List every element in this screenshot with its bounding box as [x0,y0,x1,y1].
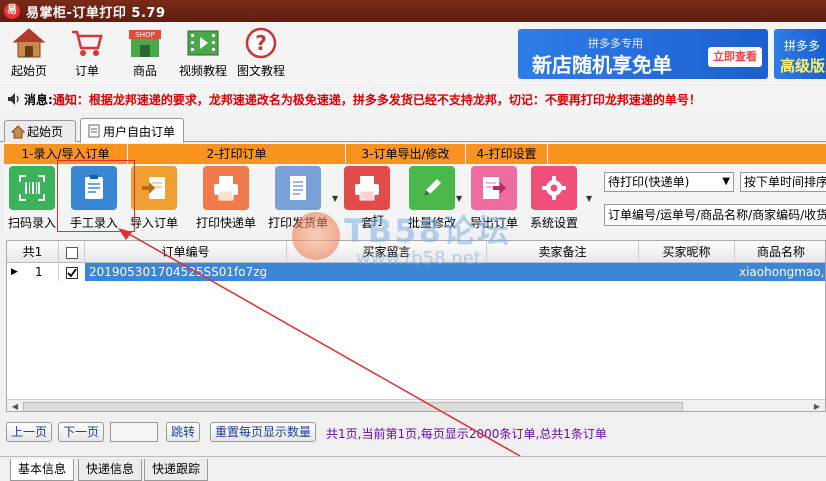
export-icon [483,177,506,199]
orders-button[interactable]: 订单 [58,22,116,82]
action-toolbar: 扫码录入 手工录入 导入订单 打印快递单 打印发货单 ▼ 套 打 批量修改 ▼ … [4,164,826,232]
section-header: 1-录入/导入订单 2-打印订单 3-订单导出/修改 4-打印设置 [4,144,826,164]
buyer-nick-cell [639,263,735,281]
section-print-settings: 4-打印设置 [466,144,548,164]
page-info: 共1页,当前第1页,每页显示2000条订单,总共1条订单 [326,427,607,441]
section-import: 1-录入/导入订单 [4,144,128,164]
col-seller-note[interactable]: 卖家备注 [487,241,639,263]
batch-edit-dropdown[interactable]: ▼ [456,194,464,203]
tab-user-orders[interactable]: 用户自由订单 [80,118,184,143]
tab-start-page[interactable]: 起始页 [4,120,76,142]
product-name-cell: xiaohongmao, [739,265,825,279]
scroll-right-icon[interactable]: ▶ [811,401,823,411]
svg-text:?: ? [255,31,267,55]
order-no-cell: 201905301704525SS01fo7zg [89,265,268,279]
col-buyer-nick[interactable]: 买家昵称 [639,241,735,263]
page-number-input[interactable] [110,422,158,442]
print-hidden-button[interactable]: 打 [372,212,384,229]
home-icon [11,124,25,138]
manual-entry-button[interactable]: 手工录入 [70,166,118,231]
speaker-icon [8,93,19,105]
row-pointer-icon: ▶ [11,267,18,277]
section-export: 3-订单导出/修改 [346,144,466,164]
search-input[interactable]: 订单编号/运单号/商品名称/商家编码/收货 [604,204,826,226]
table-row[interactable]: ▶ 1 201905301704525SS01fo7zg xiaohongmao… [7,263,825,281]
import-orders-button[interactable]: 导入订单 [130,166,178,231]
sort-select[interactable]: 按下单时间排序 [740,172,826,192]
document-icon [88,124,100,138]
detail-tabs: 基本信息 快递信息 快递跟踪 [0,456,826,481]
barcode-scan-icon [19,175,45,201]
batch-edit-button[interactable]: 批量修改 [408,166,456,231]
image-tutorial-button[interactable]: ? 图文教程 [232,22,290,82]
col-product-name[interactable]: 商品名称 [735,241,825,263]
next-page-button[interactable]: 下一页 [58,422,105,442]
select-all-checkbox-cell[interactable] [59,241,85,263]
reset-page-size-button[interactable]: 重置每页显示数量 [210,422,317,442]
prev-page-button[interactable]: 上一页 [6,422,53,442]
system-settings-dropdown[interactable]: ▼ [586,194,594,203]
printer-icon [214,176,238,201]
pager: 上一页 下一页 跳转 重置每页显示数量 共1页,当前第1页,每页显示2000条订… [6,422,826,444]
section-print: 2-打印订单 [128,144,346,164]
title-bar: 易 易掌柜-订单打印 5.79 [0,0,826,22]
scroll-left-icon[interactable]: ◀ [9,401,21,411]
orders-grid: 共1 订单编号 买家留言 卖家备注 买家昵称 商品名称 ▶ 1 20190530… [6,240,826,412]
notice-text: 通知：根据龙邦速递的要求，龙邦速递改名为极免速递，拼多多发货已经不支持龙邦，切记… [52,92,701,107]
print-invoice-dropdown[interactable]: ▼ [332,194,340,203]
total-count: 共1 [7,241,59,263]
ad-banner-free-order[interactable]: 拼多多专用 新店随机享免单 立即查看 [518,29,768,79]
row-checkbox[interactable] [66,266,78,279]
export-orders-button[interactable]: 导出订单 [470,166,518,231]
print-waybill-button[interactable]: 打印快递单 [196,166,256,231]
scrollbar-thumb[interactable] [23,402,683,411]
chevron-down-icon: ▼ [722,176,730,187]
print-invoice-button[interactable]: 打印发货单 [268,166,328,231]
document-icon [290,176,306,200]
app-icon: 易 [4,3,20,19]
home-icon [12,28,46,58]
status-filter-select[interactable]: 待打印(快递单) ▼ [604,172,734,192]
notice-label: 消息: [24,92,53,107]
horizontal-scrollbar[interactable]: ◀ ▶ [7,399,825,411]
cart-icon [72,30,103,56]
col-order-no[interactable]: 订单编号 [85,241,287,263]
print-set-icon [355,176,379,201]
clipboard-edit-icon [85,175,103,199]
ad-banner-premium[interactable]: 拼多多 高级版 [774,29,826,79]
buyer-message-cell [287,263,487,281]
video-tutorial-button[interactable]: 视频教程 [174,22,232,82]
main-tabs: 起始页 用户自由订单 [0,116,826,143]
view-now-button[interactable]: 立即查看 [708,47,762,67]
scan-entry-button[interactable]: 扫码录入 [8,166,56,231]
help-icon: ? [245,27,277,59]
pencil-icon [424,179,441,196]
import-icon [142,177,165,199]
notice-bar: 消息: 通知：根据龙邦速递的要求，龙邦速递改名为极免速递，拼多多发货已经不支持龙… [0,86,826,112]
system-settings-button[interactable]: 系统设置 [530,166,578,231]
gear-icon [542,176,566,200]
svg-text:SHOP: SHOP [135,31,154,39]
select-all-checkbox[interactable] [65,246,78,259]
film-icon [187,30,219,56]
jump-button[interactable]: 跳转 [166,422,201,442]
seller-note-cell [487,263,639,281]
tab-express-info[interactable]: 快递信息 [78,459,143,481]
shop-icon: SHOP [129,30,161,57]
home-button[interactable]: 起始页 [0,22,58,82]
window-title: 易掌柜-订单打印 5.79 [26,5,166,21]
col-buyer-message[interactable]: 买家留言 [287,241,487,263]
products-button[interactable]: SHOP 商品 [116,22,174,82]
tab-basic-info[interactable]: 基本信息 [10,459,75,481]
tab-express-tracking[interactable]: 快递跟踪 [144,459,209,481]
grid-header: 共1 订单编号 买家留言 卖家备注 买家昵称 商品名称 [7,241,825,263]
